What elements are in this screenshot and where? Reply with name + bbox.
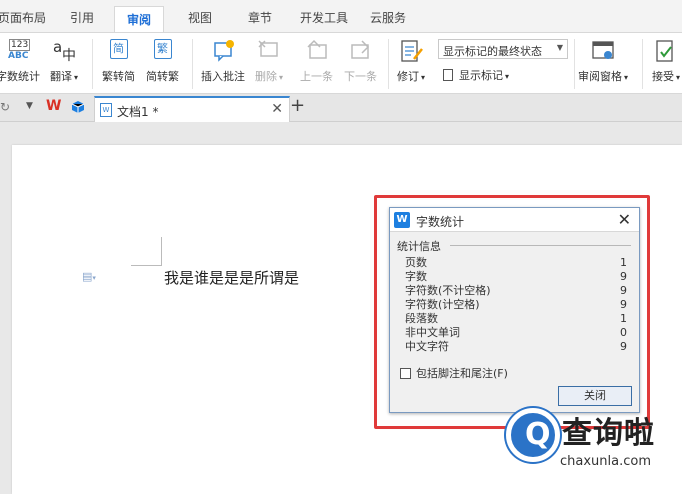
show-markup-icon bbox=[443, 69, 453, 81]
list-item: 页数 1 bbox=[405, 256, 627, 269]
delete-comment-icon bbox=[256, 39, 282, 63]
watermark-logo: Q 查询啦 chaxunla.com bbox=[502, 404, 682, 494]
quick-menu-chevron-icon[interactable]: ▼ bbox=[26, 101, 33, 111]
list-item: 字符数(计空格) 9 bbox=[405, 298, 627, 311]
revise-button[interactable]: 修订 ▾ bbox=[397, 39, 425, 84]
document-tab-bar: ↻ ▼ W W 文档1 * ✕ + bbox=[0, 94, 682, 122]
review-pane-button[interactable]: 审阅窗格 ▾ bbox=[578, 39, 628, 84]
tab-document1[interactable]: W 文档1 * ✕ bbox=[94, 96, 290, 122]
new-tab-plus-icon[interactable]: + bbox=[290, 95, 305, 116]
revise-icon bbox=[398, 39, 424, 63]
list-item: 字符数(不计空格) 9 bbox=[405, 284, 627, 297]
tab-page-layout[interactable]: 页面布局 bbox=[0, 9, 46, 26]
list-item: 字数 9 bbox=[405, 270, 627, 283]
translate-button[interactable]: a 中 翻译 ▾ bbox=[50, 38, 78, 84]
next-comment-icon bbox=[348, 39, 374, 63]
magnifier-logo-icon: Q bbox=[506, 408, 560, 462]
list-item: 非中文单词 0 bbox=[405, 326, 627, 339]
document-icon: W bbox=[100, 103, 112, 117]
wps-writer-icon: W bbox=[394, 212, 410, 228]
tab-chapter[interactable]: 章节 bbox=[248, 9, 272, 26]
tab-developer[interactable]: 开发工具 bbox=[300, 9, 348, 26]
translate-icon: a 中 bbox=[53, 38, 76, 64]
menu-bar: 页面布局 引用 审阅 视图 章节 开发工具 云服务 bbox=[0, 0, 682, 32]
list-item: 中文字符 9 bbox=[405, 340, 627, 353]
review-pane-icon bbox=[590, 39, 616, 63]
list-item: 段落数 1 bbox=[405, 312, 627, 325]
accept-icon bbox=[653, 39, 679, 63]
word-count-icon: 123 ABC bbox=[8, 39, 31, 61]
trad-to-simp-button[interactable]: 简 繁转简 bbox=[102, 39, 135, 84]
word-count-button[interactable]: 123 ABC 字数统计 bbox=[0, 39, 40, 84]
close-button[interactable]: 关闭 bbox=[558, 386, 632, 406]
tab-view[interactable]: 视图 bbox=[188, 9, 212, 26]
simp-to-trad-button[interactable]: 繁 简转繁 bbox=[146, 39, 179, 84]
margin-corner-mark bbox=[131, 237, 162, 266]
ribbon-toolbar: 123 ABC 字数统计 a 中 翻译 ▾ 简 繁转简 繁 简转繁 插入批注 删除… bbox=[0, 32, 682, 94]
previous-comment-button[interactable]: 上一条 bbox=[300, 39, 333, 84]
accept-button[interactable]: 接受 ▾ bbox=[652, 39, 680, 84]
section-divider bbox=[450, 245, 631, 246]
stats-list: 页数 1 字数 9 字符数(不计空格) 9 字符数(计空格) 9 段落数 1 非中文单词 0… bbox=[405, 256, 627, 354]
word-count-dialog: W 字数统计 ✕ 统计信息 页数 1 字数 9 字符数(不计空格) 9 字符数(计空格… bbox=[389, 207, 640, 413]
paragraph-handle-icon[interactable]: ▤▾ bbox=[82, 270, 96, 283]
insert-comment-button[interactable]: 插入批注 bbox=[201, 39, 245, 84]
next-comment-button[interactable]: 下一条 bbox=[344, 39, 377, 84]
dialog-title-bar[interactable]: W 字数统计 ✕ bbox=[390, 208, 639, 232]
markup-state-select[interactable]: 显示标记的最终状态 ▼ bbox=[438, 39, 568, 59]
insert-comment-icon bbox=[210, 39, 236, 63]
show-markup-button[interactable]: 显示标记 ▾ bbox=[443, 67, 509, 83]
trad-to-simp-icon: 简 bbox=[106, 39, 132, 63]
checkbox-box[interactable] bbox=[400, 368, 411, 379]
wps-logo-icon[interactable]: W bbox=[46, 98, 61, 114]
chevron-down-icon: ▼ bbox=[556, 43, 563, 52]
stats-section-label: 统计信息 bbox=[397, 240, 441, 253]
close-icon[interactable]: ✕ bbox=[271, 101, 283, 117]
simp-to-trad-icon: 繁 bbox=[150, 39, 176, 63]
back-arrow-icon[interactable]: ↻ bbox=[0, 100, 10, 114]
include-footnotes-checkbox[interactable]: 包括脚注和尾注(F) bbox=[400, 365, 508, 381]
previous-comment-icon bbox=[304, 39, 330, 63]
cloud-cube-icon[interactable] bbox=[71, 100, 85, 117]
close-icon[interactable]: ✕ bbox=[618, 210, 631, 229]
document-body-text[interactable]: 我是谁是是是所谓是 bbox=[164, 267, 299, 288]
delete-comment-button[interactable]: 删除 ▾ bbox=[255, 39, 283, 84]
tab-cloud[interactable]: 云服务 bbox=[370, 9, 406, 26]
tab-review[interactable]: 审阅 bbox=[114, 6, 165, 32]
tab-references[interactable]: 引用 bbox=[70, 9, 94, 26]
